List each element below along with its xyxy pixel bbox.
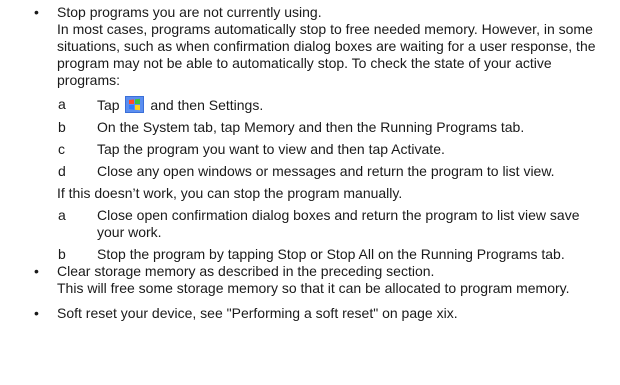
step-text: Close open confirmation dialog boxes and… xyxy=(97,207,580,240)
step-text-after-icon: and then Settings. xyxy=(150,97,264,113)
fallback-text: If this doesn’t work, you can stop the p… xyxy=(57,185,403,201)
step-letter: b xyxy=(58,246,66,262)
step-text: On the System tab, tap Memory and then t… xyxy=(97,119,525,135)
steps-list: a Tap and then Settings. b On the System… xyxy=(57,96,607,180)
step-item: c Tap the program you want to view and t… xyxy=(57,141,607,158)
step-letter: b xyxy=(58,119,66,135)
steps-list: a Close open confirmation dialog boxes a… xyxy=(57,207,607,263)
step-item: b On the System tab, tap Memory and then… xyxy=(57,119,607,136)
step-letter: a xyxy=(58,207,66,223)
step-item: d Close any open windows or messages and… xyxy=(57,163,607,180)
document-body: • Stop programs you are not currently us… xyxy=(0,0,620,322)
bullet-mark: • xyxy=(34,305,39,321)
step-item: a Tap and then Settings. xyxy=(57,96,607,114)
step-item: a Close open confirmation dialog boxes a… xyxy=(57,207,607,241)
step-text-before-icon: Tap xyxy=(97,97,120,113)
bullet-mark: • xyxy=(34,263,39,279)
bullet-item: • Clear storage memory as described in t… xyxy=(0,263,607,297)
step-letter: d xyxy=(58,163,66,179)
step-text: Close any open windows or messages and r… xyxy=(97,163,555,179)
step-text: Stop the program by tapping Stop or Stop… xyxy=(97,246,565,262)
bullet-mark: • xyxy=(34,4,39,20)
bullet-item: • Soft reset your device, see "Performin… xyxy=(0,305,607,322)
step-text: Tap the program you want to view and the… xyxy=(97,141,445,157)
step-text: Tap and then Settings. xyxy=(97,96,607,114)
bullet-body-text: In most cases, programs automatically st… xyxy=(57,21,596,88)
bullet-lead-text: Stop programs you are not currently usin… xyxy=(57,4,322,20)
step-letter: c xyxy=(58,141,65,157)
windows-start-icon xyxy=(125,96,145,113)
bullet-lead-text: Clear storage memory as described in the… xyxy=(57,263,435,279)
bullet-item: • Stop programs you are not currently us… xyxy=(0,4,607,263)
bullet-body-text: This will free some storage memory so th… xyxy=(57,280,570,296)
bullet-lead-text: Soft reset your device, see "Performing … xyxy=(57,305,458,321)
step-item: b Stop the program by tapping Stop or St… xyxy=(57,246,607,263)
step-letter: a xyxy=(58,96,66,112)
